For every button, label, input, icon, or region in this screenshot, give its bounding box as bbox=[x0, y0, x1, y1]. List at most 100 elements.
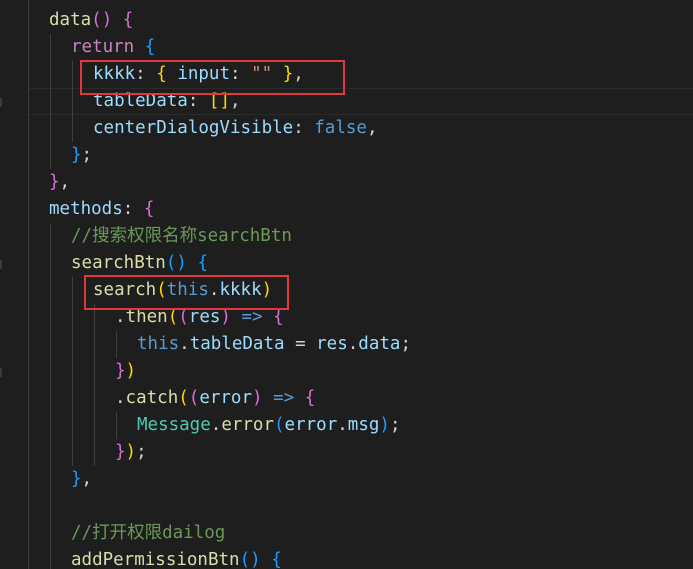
code-token: ; bbox=[81, 145, 93, 165]
code-token: error bbox=[284, 415, 338, 435]
code-token: . bbox=[347, 334, 359, 354]
code-line-content: }; bbox=[71, 142, 92, 169]
code-token: res bbox=[188, 307, 221, 327]
code-line: addPermissionBtn() { bbox=[0, 547, 693, 569]
code-token: ) bbox=[125, 442, 137, 462]
code-token: { bbox=[143, 199, 155, 219]
code-token: } bbox=[49, 172, 60, 192]
code-token: ) bbox=[125, 361, 137, 381]
code-line: .catch((error) => { bbox=[0, 385, 693, 412]
code-line: data() { bbox=[0, 7, 693, 34]
code-token: searchBtn bbox=[71, 253, 166, 273]
code-token: . bbox=[210, 415, 222, 435]
code-token: ; bbox=[400, 334, 411, 354]
code-line: return { bbox=[0, 34, 693, 61]
code-line-content: data() { bbox=[49, 7, 133, 34]
code-line: Message.error(error.msg); bbox=[0, 412, 693, 439]
code-line: }, bbox=[0, 466, 693, 493]
code-token: } bbox=[115, 361, 126, 381]
code-line: this.tableData = res.data; bbox=[0, 331, 693, 358]
code-token: : bbox=[293, 118, 315, 138]
code-token: => bbox=[273, 388, 295, 408]
code-line-content: return { bbox=[71, 34, 155, 61]
code-line: searchBtn() { bbox=[0, 250, 693, 277]
code-token: , bbox=[366, 118, 378, 138]
code-token: ( bbox=[274, 415, 285, 435]
code-token: () bbox=[165, 253, 187, 273]
highlight-box-kkkk bbox=[80, 60, 345, 95]
code-line-content: }, bbox=[49, 169, 70, 196]
code-token: => bbox=[241, 307, 263, 327]
code-line-content: //搜索权限名称searchBtn bbox=[71, 223, 292, 250]
code-token: ; bbox=[389, 415, 401, 435]
code-token: //打开权限dailog bbox=[71, 523, 226, 543]
code-token: , bbox=[59, 172, 71, 192]
code-token: methods bbox=[49, 199, 123, 219]
code-token: () bbox=[239, 550, 261, 569]
code-token: data bbox=[49, 10, 92, 30]
code-token: , bbox=[81, 469, 93, 489]
code-line-content: }) bbox=[115, 358, 136, 385]
code-line-content: //打开权限dailog bbox=[71, 520, 225, 547]
code-token: tableData bbox=[189, 334, 285, 354]
code-token: return bbox=[71, 37, 135, 57]
code-token: ( bbox=[188, 388, 200, 408]
code-line: methods: { bbox=[0, 196, 693, 223]
code-token: () bbox=[91, 10, 113, 30]
code-token: catch bbox=[125, 388, 179, 408]
code-line: }); bbox=[0, 439, 693, 466]
code-token: ) bbox=[252, 388, 263, 408]
code-token: . bbox=[179, 334, 190, 354]
code-token: centerDialogVisible bbox=[93, 118, 294, 138]
code-token: this bbox=[137, 334, 180, 354]
code-token: ( bbox=[178, 307, 189, 327]
code-token: = bbox=[284, 334, 317, 354]
code-token: { bbox=[144, 37, 156, 57]
code-token: //搜索权限名称searchBtn bbox=[71, 226, 292, 246]
code-token: . bbox=[337, 415, 348, 435]
code-token: ( bbox=[178, 388, 189, 408]
code-token: { bbox=[273, 307, 284, 327]
code-line-content: this.tableData = res.data; bbox=[137, 331, 411, 358]
code-token: ) bbox=[379, 415, 390, 435]
code-line-content: .catch((error) => { bbox=[115, 385, 315, 412]
code-line-content: centerDialogVisible: false, bbox=[93, 115, 378, 142]
code-line-content: Message.error(error.msg); bbox=[137, 412, 400, 439]
code-line: //打开权限dailog bbox=[0, 520, 693, 547]
highlight-box-search bbox=[84, 275, 289, 310]
code-line-content: }, bbox=[71, 466, 92, 493]
code-line: }) bbox=[0, 358, 693, 385]
code-token: then bbox=[125, 307, 168, 327]
code-line: centerDialogVisible: false, bbox=[0, 115, 693, 142]
code-token: } bbox=[71, 145, 82, 165]
code-editor[interactable]: data() {return {kkkk: { input: "" }, tabl… bbox=[0, 0, 693, 569]
code-token: res bbox=[316, 334, 348, 354]
code-token: . bbox=[115, 307, 126, 327]
code-token: msg bbox=[347, 415, 380, 435]
code-token: false bbox=[314, 118, 367, 138]
code-token: ) bbox=[220, 307, 231, 327]
code-token: . bbox=[115, 388, 126, 408]
code-line-content: }); bbox=[115, 439, 147, 466]
code-token: { bbox=[197, 253, 208, 273]
code-line: //搜索权限名称searchBtn bbox=[0, 223, 693, 250]
code-line-content: addPermissionBtn() { bbox=[71, 547, 282, 569]
code-token: ( bbox=[167, 307, 179, 327]
code-line: }, bbox=[0, 169, 693, 196]
code-token: { bbox=[271, 550, 282, 569]
code-token: error bbox=[199, 388, 253, 408]
code-token: error bbox=[221, 415, 274, 435]
code-token: Message bbox=[137, 415, 211, 435]
code-token: ; bbox=[136, 442, 147, 462]
code-token: { bbox=[304, 388, 316, 408]
code-token: addPermissionBtn bbox=[71, 550, 240, 569]
